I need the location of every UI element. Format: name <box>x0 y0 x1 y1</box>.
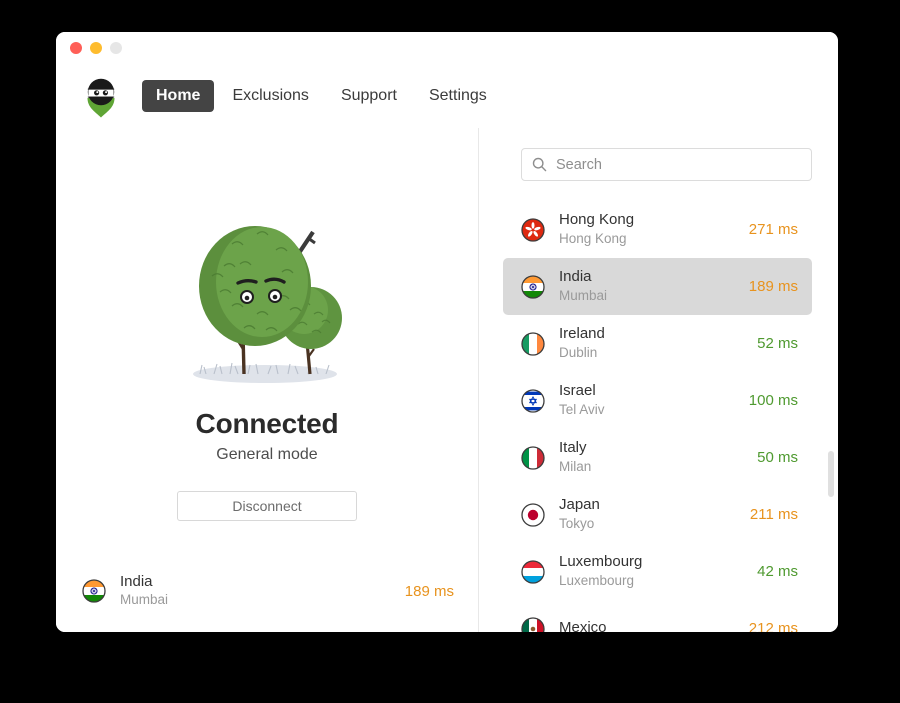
server-ping: 271 ms <box>748 221 798 238</box>
server-city: Milan <box>559 458 592 474</box>
flag-il-icon <box>521 389 545 413</box>
server-city: Luxembourg <box>559 572 635 588</box>
server-row-italy[interactable]: Italy Milan 50 ms <box>503 429 812 486</box>
maximize-window-button[interactable] <box>110 42 122 54</box>
navbar: Home Exclusions Support Settings <box>56 64 838 128</box>
server-row-india[interactable]: India Mumbai 189 ms <box>503 258 812 315</box>
connection-panel: Connected General mode Disconnect India … <box>56 128 479 632</box>
connection-mode-label: General mode <box>216 446 318 463</box>
current-server-city: Mumbai <box>120 592 169 608</box>
server-text: Italy Milan <box>559 439 757 476</box>
server-city: Mumbai <box>559 287 608 303</box>
ninja-bush-illustration <box>193 226 342 383</box>
flag-ie-icon <box>521 332 545 356</box>
content-area: Connected General mode Disconnect India … <box>56 128 838 632</box>
server-ping: 211 ms <box>749 506 798 523</box>
server-text: India Mumbai <box>559 268 749 305</box>
server-city: Tel Aviv <box>559 401 605 417</box>
server-text: Israel Tel Aviv <box>559 382 749 419</box>
server-text: Mexico <box>559 619 749 632</box>
flag-mx-icon <box>521 617 545 633</box>
current-server-country: India <box>120 572 153 590</box>
minimize-window-button[interactable] <box>90 42 102 54</box>
server-country: Israel <box>559 382 596 400</box>
nav-item-support[interactable]: Support <box>327 80 411 112</box>
server-ping: 212 ms <box>748 620 798 632</box>
flag-hk-icon <box>521 218 545 242</box>
server-row-luxembourg[interactable]: Luxembourg Luxembourg 42 ms <box>503 543 812 600</box>
server-text: Hong Kong Hong Kong <box>559 211 749 248</box>
server-city: Tokyo <box>559 515 595 531</box>
flag-jp-icon <box>521 503 545 527</box>
ninja-logo[interactable] <box>82 74 120 118</box>
server-text: Luxembourg Luxembourg <box>559 553 757 590</box>
current-server-row[interactable]: India Mumbai 189 ms <box>56 568 478 614</box>
search-area <box>479 128 838 181</box>
app-window: Home Exclusions Support Settings Connect… <box>56 32 838 632</box>
server-ping: 189 ms <box>748 278 798 295</box>
server-row-israel[interactable]: Israel Tel Aviv 100 ms <box>503 372 812 429</box>
server-country: Italy <box>559 439 587 457</box>
server-ping: 42 ms <box>757 563 798 580</box>
nav-item-home[interactable]: Home <box>142 80 215 112</box>
server-country: India <box>559 268 592 286</box>
current-server-text: India Mumbai <box>120 573 405 610</box>
server-list-panel: Hong Kong Hong Kong 271 ms India Mumbai … <box>479 128 838 632</box>
server-country: Luxembourg <box>559 553 643 571</box>
scrollbar-thumb[interactable] <box>828 451 834 497</box>
flag-in-icon <box>521 275 545 299</box>
connection-status-block: Connected General mode Disconnect <box>56 408 478 521</box>
connection-status-title: Connected <box>195 408 339 439</box>
nav-item-exclusions[interactable]: Exclusions <box>218 80 322 112</box>
flag-lu-icon <box>521 560 545 584</box>
server-country: Mexico <box>559 619 607 632</box>
search-input[interactable] <box>556 156 801 173</box>
current-server-ping: 189 ms <box>404 582 454 600</box>
flag-in-icon <box>82 579 106 603</box>
disconnect-button[interactable]: Disconnect <box>177 491 357 521</box>
titlebar <box>56 32 838 64</box>
server-text: Japan Tokyo <box>559 496 750 533</box>
server-list-scrollbar[interactable] <box>825 201 837 632</box>
search-box[interactable] <box>521 148 812 181</box>
server-city: Dublin <box>559 344 598 360</box>
server-ping: 100 ms <box>748 392 798 409</box>
server-row-hong-kong[interactable]: Hong Kong Hong Kong 271 ms <box>503 201 812 258</box>
nav-items: Home Exclusions Support Settings <box>142 80 501 112</box>
server-row-mexico[interactable]: Mexico 212 ms <box>503 600 812 632</box>
close-window-button[interactable] <box>70 42 82 54</box>
server-country: Hong Kong <box>559 211 635 229</box>
search-icon <box>532 157 547 172</box>
server-row-ireland[interactable]: Ireland Dublin 52 ms <box>503 315 812 372</box>
server-list[interactable]: Hong Kong Hong Kong 271 ms India Mumbai … <box>479 201 838 632</box>
server-city: Hong Kong <box>559 230 627 246</box>
server-row-japan[interactable]: Japan Tokyo 211 ms <box>503 486 812 543</box>
server-country: Ireland <box>559 325 605 343</box>
server-ping: 52 ms <box>757 335 798 352</box>
server-country: Japan <box>559 496 600 514</box>
flag-it-icon <box>521 446 545 470</box>
server-text: Ireland Dublin <box>559 325 757 362</box>
server-ping: 50 ms <box>757 449 798 466</box>
nav-item-settings[interactable]: Settings <box>415 80 501 112</box>
